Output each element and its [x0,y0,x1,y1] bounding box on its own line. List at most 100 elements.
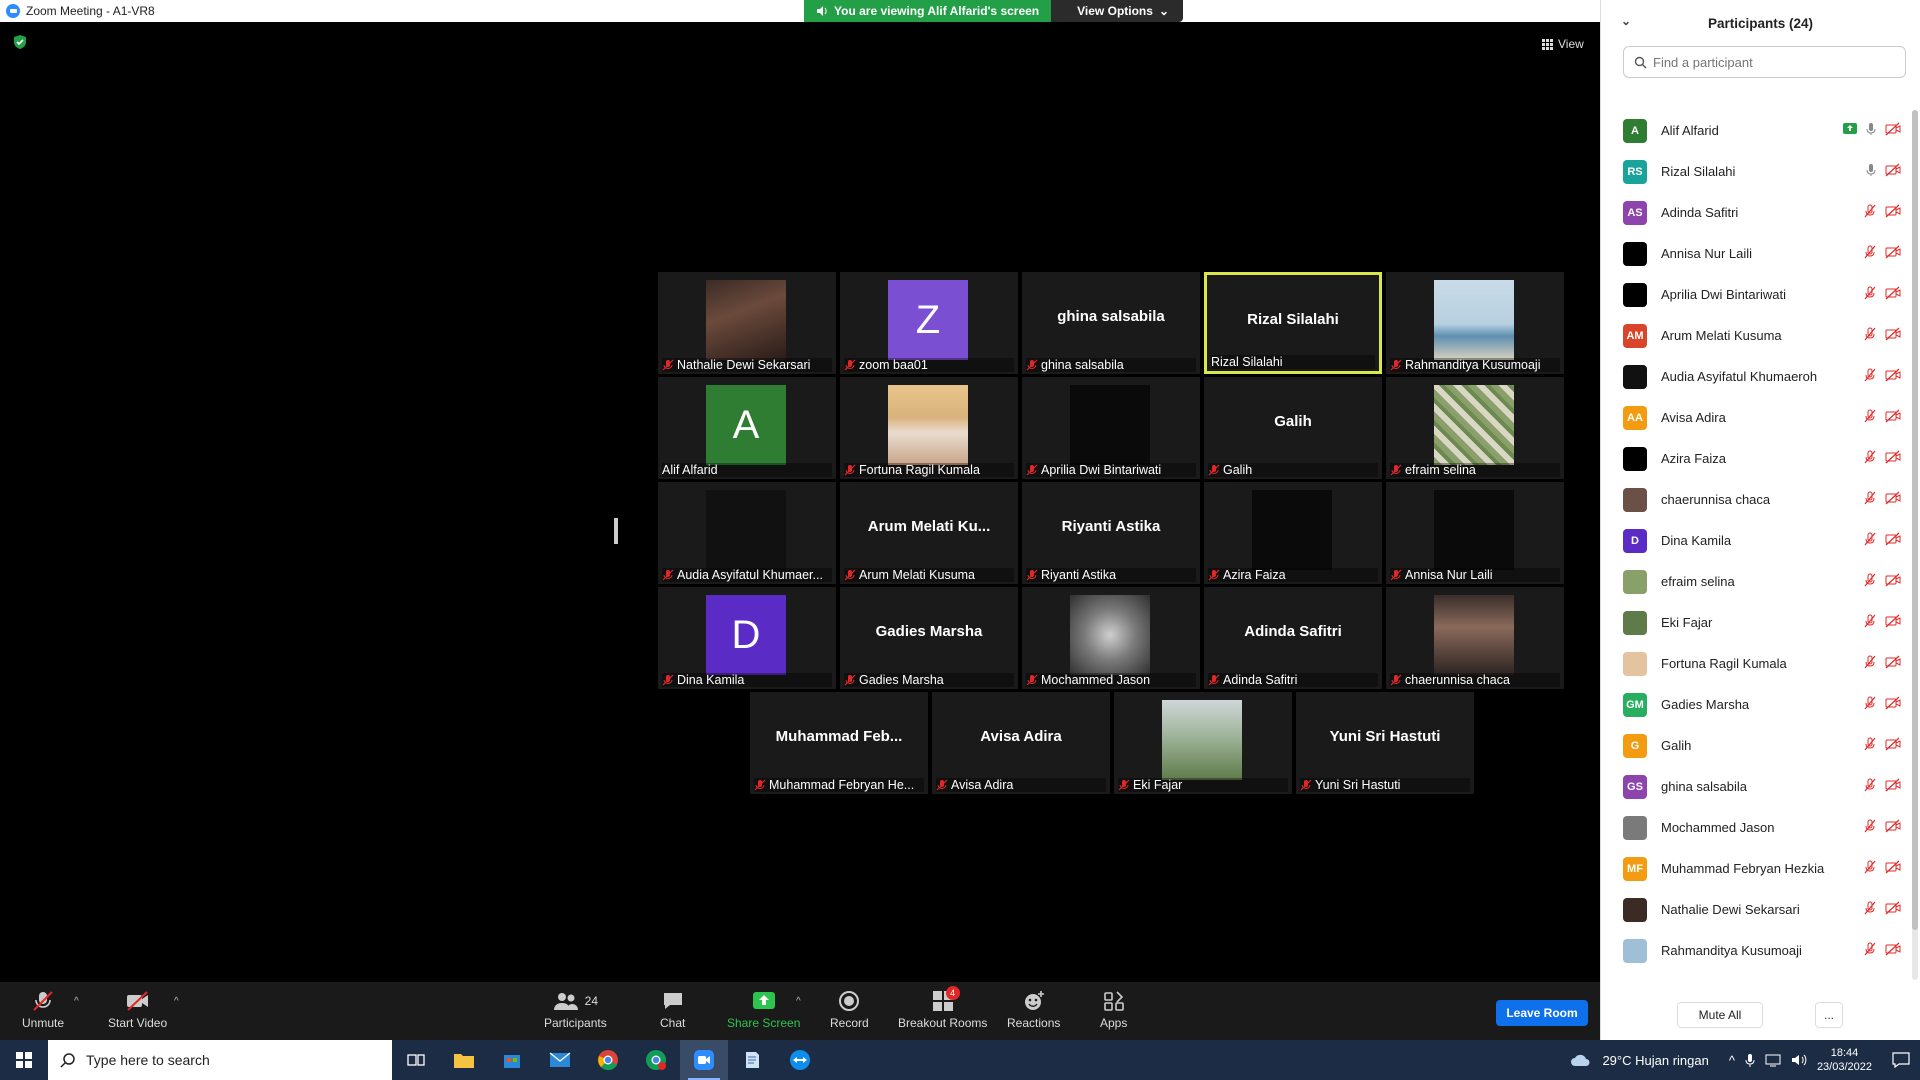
video-tile[interactable]: Arum Melati Ku... Arum Melati Kusuma [840,482,1018,584]
video-tile[interactable]: efraim selina [1386,377,1564,479]
participant-row[interactable]: Rahmanditya Kusumoaji [1601,930,1901,971]
collapse-panel-icon[interactable]: ⌄ [1621,14,1631,28]
participant-row[interactable]: efraim selina [1601,561,1901,602]
tray-expand-icon[interactable]: ^ [1729,1053,1735,1068]
video-tile[interactable]: Mochammed Jason [1022,587,1200,689]
reactions-button[interactable]: Reactions [1007,990,1060,1030]
video-tile[interactable]: Adinda Safitri Adinda Safitri [1204,587,1382,689]
mic-muted-icon[interactable] [1863,286,1877,300]
task-view-icon[interactable] [392,1040,440,1080]
mic-muted-icon[interactable] [1863,491,1877,505]
clock[interactable]: 18:44 23/03/2022 [1817,1046,1872,1074]
video-tile[interactable]: chaerunnisa chaca [1386,587,1564,689]
search-input[interactable] [1653,54,1893,70]
share-screen-button[interactable]: Share Screen [727,990,800,1030]
unmute-button[interactable]: Unmute [22,990,64,1030]
video-off-icon[interactable] [1885,696,1901,710]
mic-icon[interactable] [1865,163,1877,177]
mic-muted-icon[interactable] [1863,860,1877,874]
mic-muted-icon[interactable] [1863,450,1877,464]
more-options-button[interactable]: ... [1815,1002,1843,1028]
video-tile[interactable]: A Alif Alfarid [658,377,836,479]
store-icon[interactable] [488,1040,536,1080]
video-off-icon[interactable] [1885,327,1901,341]
mic-icon[interactable] [1865,122,1877,136]
mic-muted-icon[interactable] [1863,778,1877,792]
mic-muted-icon[interactable] [1863,614,1877,628]
mute-all-button[interactable]: Mute All [1677,1002,1763,1028]
chrome-icon[interactable] [584,1040,632,1080]
notification-center-icon[interactable] [1892,1052,1910,1068]
video-tile[interactable]: Galih Galih [1204,377,1382,479]
video-off-icon[interactable] [1885,901,1901,915]
network-icon[interactable] [1765,1053,1781,1067]
video-tile[interactable]: Gadies Marsha Gadies Marsha [840,587,1018,689]
participant-row[interactable]: Azira Faiza [1601,438,1901,479]
mic-muted-icon[interactable] [1863,696,1877,710]
video-off-icon[interactable] [1885,942,1901,956]
participant-row[interactable]: Eki Fajar [1601,602,1901,643]
participant-row[interactable]: Aprilia Dwi Bintariwati [1601,274,1901,315]
video-tile[interactable]: Avisa Adira Avisa Adira [932,692,1110,794]
zoom-taskbar-icon[interactable] [680,1040,728,1080]
participant-row[interactable]: chaerunnisa chaca [1601,479,1901,520]
breakout-rooms-button[interactable]: 4 Breakout Rooms [898,986,987,1030]
video-off-icon[interactable] [1885,409,1901,423]
mic-muted-icon[interactable] [1863,573,1877,587]
video-off-icon[interactable] [1885,819,1901,833]
start-button[interactable] [0,1040,48,1080]
mic-muted-icon[interactable] [1863,204,1877,218]
participant-row[interactable]: GS ghina salsabila [1601,766,1901,807]
video-tile[interactable]: Rizal Silalahi Rizal Silalahi [1204,272,1382,374]
mail-icon[interactable] [536,1040,584,1080]
video-off-icon[interactable] [1885,491,1901,505]
mic-muted-icon[interactable] [1863,327,1877,341]
video-tile[interactable]: Yuni Sri Hastuti Yuni Sri Hastuti [1296,692,1474,794]
video-off-icon[interactable] [1885,450,1901,464]
participant-row[interactable]: D Dina Kamila [1601,520,1901,561]
video-tile[interactable]: Rahmanditya Kusumoaji [1386,272,1564,374]
video-off-icon[interactable] [1885,204,1901,218]
audio-options-caret[interactable]: ^ [74,996,79,1007]
participant-row[interactable]: MF Muhammad Febryan Hezkia [1601,848,1901,889]
participant-row[interactable]: RS Rizal Silalahi [1601,151,1901,192]
participant-row[interactable]: Mochammed Jason [1601,807,1901,848]
participant-row[interactable]: GM Gadies Marsha [1601,684,1901,725]
taskbar-search[interactable]: Type here to search [48,1040,392,1080]
video-tile[interactable]: Annisa Nur Laili [1386,482,1564,584]
video-tile[interactable]: Riyanti Astika Riyanti Astika [1022,482,1200,584]
mic-muted-icon[interactable] [1863,532,1877,546]
participant-row[interactable]: G Galih [1601,725,1901,766]
video-tile[interactable]: Aprilia Dwi Bintariwati [1022,377,1200,479]
video-off-icon[interactable] [1885,860,1901,874]
file-explorer-icon[interactable] [440,1040,488,1080]
tray-mic-icon[interactable] [1745,1053,1755,1067]
view-layout-button[interactable]: View [1536,34,1590,54]
participant-row[interactable]: Audia Asyifatul Khumaeroh [1601,356,1901,397]
video-off-icon[interactable] [1885,737,1901,751]
participant-row[interactable]: AS Adinda Safitri [1601,192,1901,233]
leave-room-button[interactable]: Leave Room [1496,1000,1588,1026]
video-off-icon[interactable] [1885,368,1901,382]
video-off-icon[interactable] [1885,573,1901,587]
mic-muted-icon[interactable] [1863,368,1877,382]
video-tile[interactable]: Zzoom baa01 [840,272,1018,374]
weather-cloud-icon[interactable] [1570,1052,1592,1068]
video-tile[interactable]: Fortuna Ragil Kumala [840,377,1018,479]
chat-button[interactable]: Chat [660,990,685,1030]
start-video-button[interactable]: Start Video [108,990,167,1030]
video-off-icon[interactable] [1885,614,1901,628]
video-tile[interactable]: Nathalie Dewi Sekarsari [658,272,836,374]
video-off-icon[interactable] [1885,778,1901,792]
notepad-icon[interactable] [728,1040,776,1080]
mic-muted-icon[interactable] [1863,819,1877,833]
video-off-icon[interactable] [1885,532,1901,546]
participant-row[interactable]: AA Avisa Adira [1601,397,1901,438]
mic-muted-icon[interactable] [1863,245,1877,259]
apps-button[interactable]: Apps [1100,990,1127,1030]
participant-list-scrollbar[interactable] [1912,110,1918,980]
participant-row[interactable]: A Alif Alfarid [1601,110,1901,151]
video-tile[interactable]: Audia Asyifatul Khumaer... [658,482,836,584]
video-off-icon[interactable] [1885,655,1901,669]
encryption-shield-icon[interactable] [12,34,28,50]
